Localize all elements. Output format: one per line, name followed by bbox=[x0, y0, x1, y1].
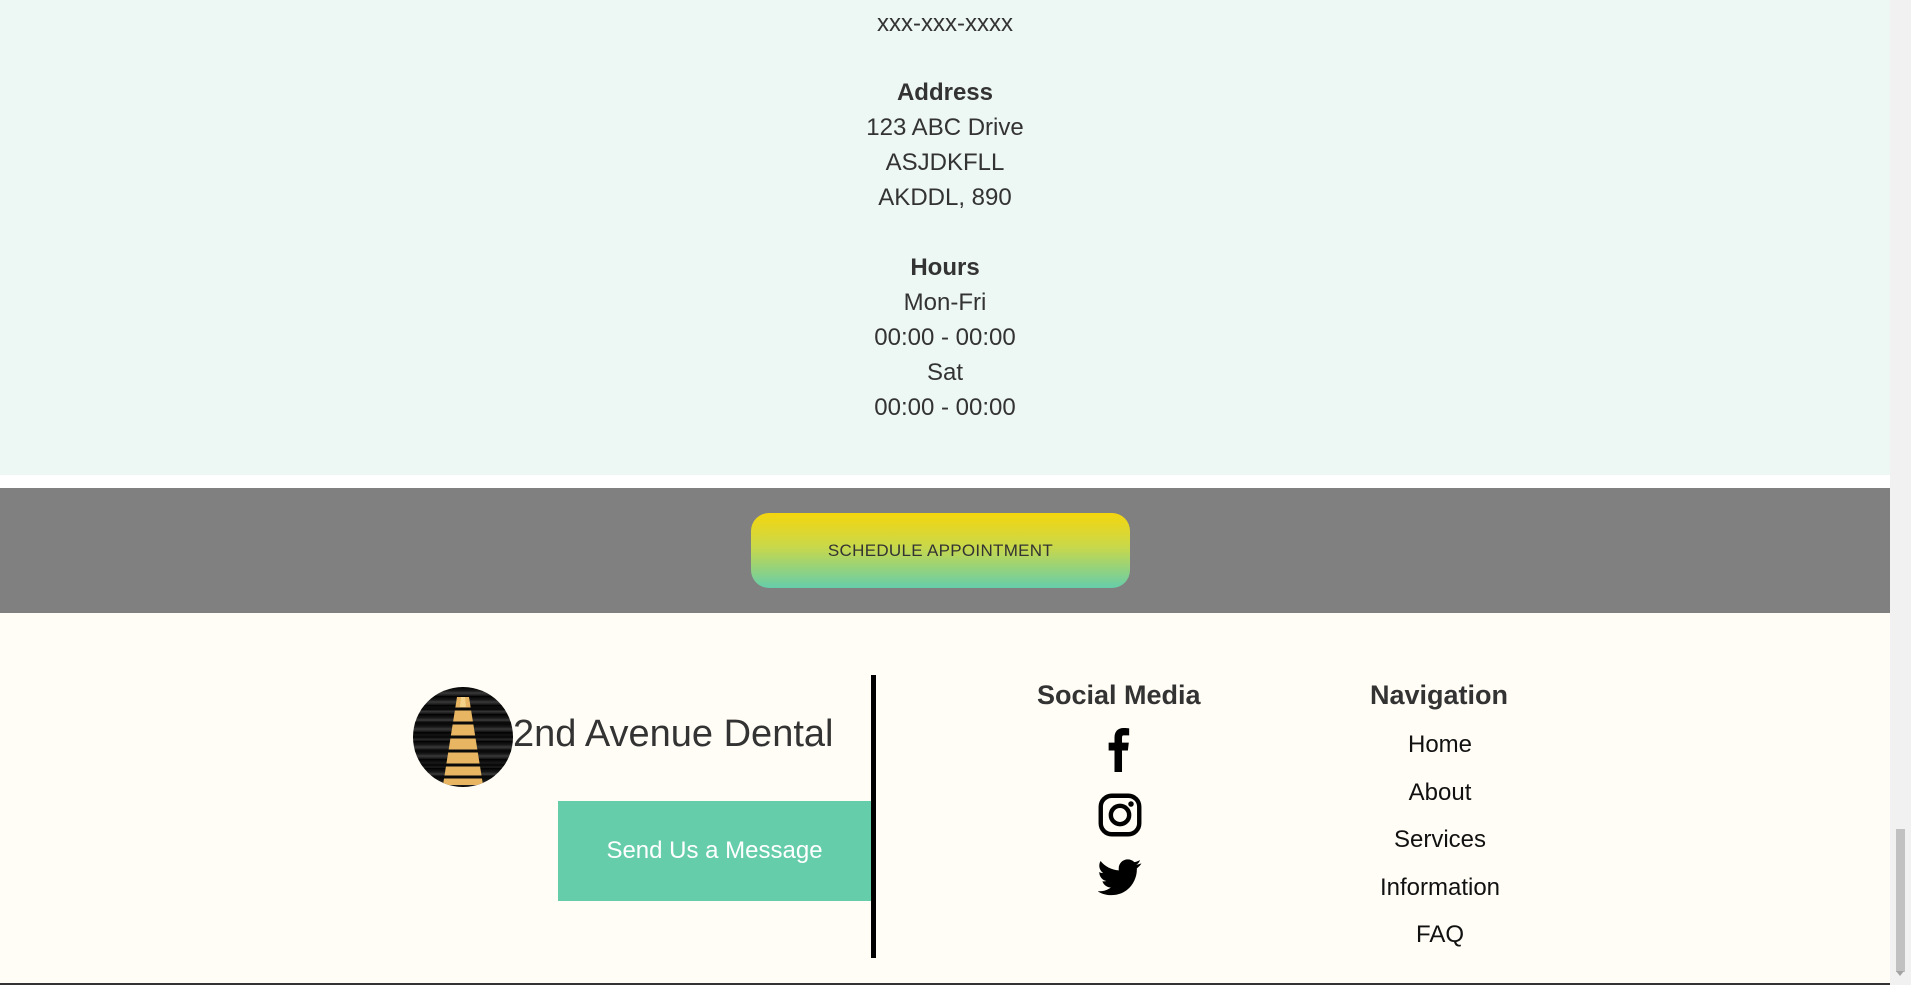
saturday-label: Sat bbox=[926, 359, 964, 386]
send-message-button[interactable]: Send Us a Message bbox=[558, 801, 871, 901]
address-heading: Address bbox=[896, 79, 994, 106]
address-line-1: 123 ABC Drive bbox=[866, 114, 1024, 141]
site-footer bbox=[0, 613, 1890, 985]
social-media-title: Social Media bbox=[1037, 680, 1201, 710]
dental-logo-icon[interactable] bbox=[413, 687, 513, 787]
brand-name[interactable]: 2nd Avenue Dental bbox=[513, 713, 833, 756]
twitter-icon[interactable] bbox=[1097, 855, 1142, 899]
navigation-title: Navigation bbox=[1370, 680, 1509, 710]
nav-link-services[interactable]: Services bbox=[1330, 826, 1550, 854]
saturday-hours: 00:00 - 00:00 bbox=[874, 394, 1016, 421]
nav-link-about[interactable]: About bbox=[1330, 779, 1550, 807]
nav-link-home[interactable]: Home bbox=[1330, 731, 1550, 759]
footer-divider bbox=[871, 675, 876, 958]
scroll-down-arrow-icon[interactable] bbox=[1896, 971, 1904, 976]
schedule-appointment-button[interactable]: SCHEDULE APPOINTMENT bbox=[751, 513, 1130, 588]
page-content: xxx-xxx-xxxx Address 123 ABC Drive ASJDK… bbox=[0, 0, 1890, 985]
address-line-3: AKDDL, 890 bbox=[878, 184, 1012, 211]
facebook-icon[interactable] bbox=[1098, 728, 1142, 772]
weekday-hours: 00:00 - 00:00 bbox=[874, 324, 1016, 351]
contact-info-section: xxx-xxx-xxxx Address 123 ABC Drive ASJDK… bbox=[0, 0, 1890, 475]
road-logo-graphic bbox=[413, 697, 513, 785]
scrollbar-thumb[interactable] bbox=[1896, 829, 1905, 972]
phone-number: xxx-xxx-xxxx bbox=[877, 10, 1013, 37]
nav-link-information[interactable]: Information bbox=[1330, 874, 1550, 902]
hours-heading: Hours bbox=[910, 254, 980, 281]
nav-link-faq[interactable]: FAQ bbox=[1330, 921, 1550, 949]
section-gap bbox=[0, 475, 1890, 488]
address-line-2: ASJDKFLL bbox=[885, 149, 1005, 176]
instagram-icon[interactable] bbox=[1098, 793, 1142, 837]
weekday-label: Mon-Fri bbox=[903, 289, 987, 316]
